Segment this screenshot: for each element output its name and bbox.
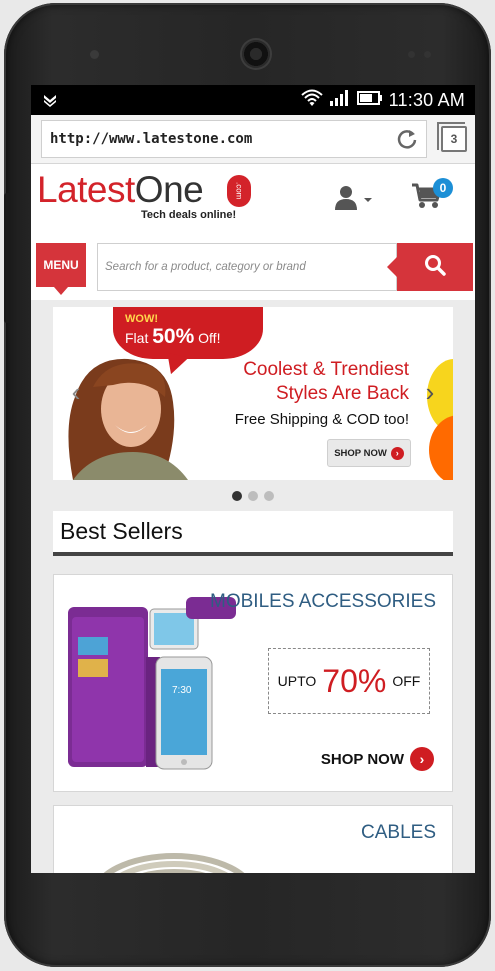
browser-toolbar: http://www.latestone.com 3	[31, 115, 475, 164]
clock: 11:30 AM	[388, 89, 465, 110]
phone-case-image: 7:30	[68, 597, 236, 770]
logo-tagline: Tech deals online!	[141, 209, 237, 221]
banner-shop-now-button[interactable]: SHOP NOW ›	[327, 439, 411, 467]
carousel-dot[interactable]	[264, 491, 274, 501]
search-input[interactable]	[105, 261, 396, 273]
search-box[interactable]	[97, 243, 397, 291]
shop-now-label: SHOP NOW	[320, 750, 404, 768]
flat-off-text: Flat 50% Off!	[125, 325, 221, 348]
arrow-right-icon: ›	[390, 446, 404, 460]
tab-count: 3	[450, 132, 458, 146]
battery-icon	[356, 90, 383, 110]
account-button[interactable]	[333, 184, 373, 215]
logo-text-accent: One	[134, 169, 204, 210]
tabs-button[interactable]: 3	[437, 122, 467, 152]
card-title: MOBILES ACCESSORIES	[210, 591, 436, 612]
category-card-cables[interactable]: CABLES	[53, 805, 453, 873]
banner-title-line2: Styles Are Back	[275, 383, 409, 404]
decorative-circle	[429, 415, 453, 480]
site-logo[interactable]: LatestOne .com Tech deals online!	[37, 169, 251, 221]
signal-icon	[329, 89, 351, 111]
wow-label: WOW!	[125, 313, 158, 325]
offer-upto: UPTO	[277, 673, 317, 689]
carousel-dot[interactable]	[248, 491, 258, 501]
carousel-next-icon[interactable]: ›	[421, 377, 439, 407]
user-icon	[333, 184, 359, 215]
carousel-dots	[31, 491, 475, 501]
carousel-dot[interactable]	[232, 491, 242, 501]
svg-text:7:30: 7:30	[172, 685, 192, 696]
banner-title-line1: Coolest & Trendiest	[243, 359, 409, 380]
notification-icon	[41, 91, 59, 109]
reload-icon[interactable]	[396, 128, 418, 150]
sensor-dot	[408, 51, 415, 58]
section-title: Best Sellers	[60, 518, 183, 544]
site-header: LatestOne .com Tech deals online! 0	[31, 164, 475, 240]
screen: 11:30 AM http://www.latestone.com 3 Late…	[31, 85, 475, 873]
front-camera	[242, 40, 270, 68]
chevron-down-icon	[363, 191, 373, 209]
cable-image	[103, 853, 245, 873]
shop-now-button[interactable]: SHOP NOW ›	[321, 747, 434, 771]
banner-shop-now-label: SHOP NOW	[334, 447, 387, 459]
best-sellers-header: Best Sellers	[53, 511, 453, 556]
promo-banner[interactable]: WOW! Flat 50% Off! Coolest & Trendiest S…	[53, 307, 453, 480]
arrow-right-icon: ›	[410, 747, 434, 771]
banner-subtitle: Free Shipping & COD too!	[234, 411, 409, 428]
search-icon	[424, 254, 446, 281]
sensor-dot	[424, 51, 431, 58]
url-text[interactable]: http://www.latestone.com	[50, 131, 252, 147]
category-card-mobiles-accessories[interactable]: 7:30 MOBILES ACCESSORIES UPTO 70% OFF SH…	[53, 574, 453, 792]
search-row: MENU	[31, 240, 475, 300]
logo-text-main: Latest	[37, 169, 135, 210]
cart-icon	[411, 183, 443, 214]
logo-com-badge: .com	[227, 175, 251, 207]
cart-button[interactable]: 0	[411, 178, 453, 215]
address-bar[interactable]: http://www.latestone.com	[41, 120, 427, 158]
offer-off: OFF	[392, 673, 421, 689]
offer-percent: 70%	[322, 662, 387, 699]
search-button[interactable]	[387, 243, 473, 291]
cart-count-badge: 0	[433, 178, 453, 198]
offer-bubble: WOW! Flat 50% Off!	[113, 307, 263, 359]
card-title: CABLES	[361, 822, 436, 843]
wifi-icon	[301, 89, 323, 112]
offer-box: UPTO 70% OFF	[268, 648, 430, 714]
menu-button[interactable]: MENU	[36, 243, 86, 295]
carousel-prev-icon[interactable]: ‹	[67, 377, 85, 407]
side-button	[4, 193, 10, 323]
proximity-sensor	[90, 50, 99, 59]
status-bar: 11:30 AM	[31, 85, 475, 115]
